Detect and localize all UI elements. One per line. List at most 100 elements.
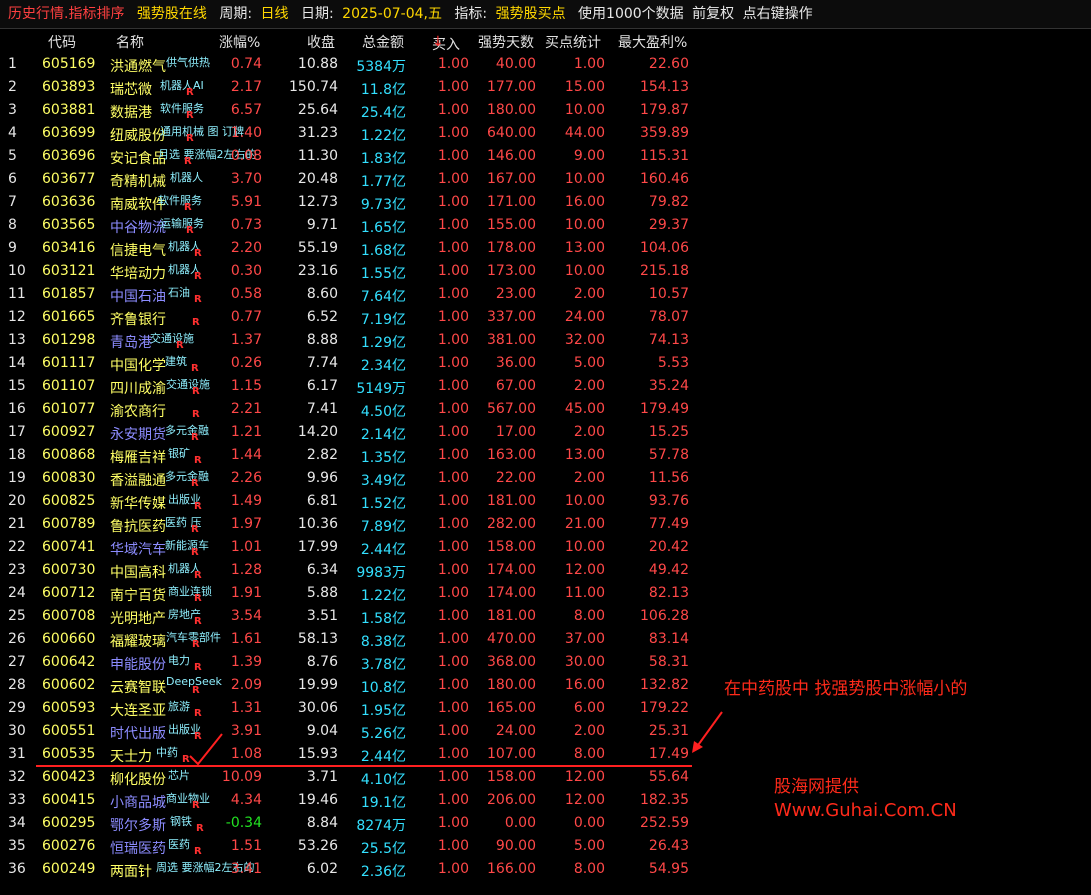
stock-name[interactable]: 南宁百货 商业连锁 R	[110, 585, 212, 605]
stock-code[interactable]: 601117	[42, 355, 95, 371]
adjust-mode[interactable]: 前复权	[692, 0, 734, 28]
table-row[interactable]: 1 605169 洪通燃气 供气供热 0.74 10.88 5384万 1.00 40.00 1.…	[0, 53, 1091, 76]
stock-code[interactable]: 600551	[42, 723, 95, 739]
col-amount[interactable]: 总金额	[362, 32, 404, 52]
stock-code[interactable]: 603893	[42, 79, 95, 95]
stock-name[interactable]: 申能股份 电力 R	[110, 654, 202, 674]
stock-name[interactable]: 四川成渝 交通设施 R	[110, 378, 210, 398]
stock-code[interactable]: 600602	[42, 677, 95, 693]
stock-code[interactable]: 600741	[42, 539, 95, 555]
stock-name[interactable]: 光明地产 房地产 R	[110, 608, 202, 628]
stock-code[interactable]: 603699	[42, 125, 95, 141]
stock-name[interactable]: 奇精机械 机器人	[110, 171, 203, 191]
stock-code[interactable]: 603677	[42, 171, 95, 187]
stock-code[interactable]: 600593	[42, 700, 95, 716]
table-row[interactable]: 11 601857 中国石油 石油 R 0.58 8.60 7.64亿 1.00 23.00 2.0…	[0, 283, 1091, 306]
table-row[interactable]: 3 603881 数据港 软件服务 R 6.57 25.64 25.4亿 1.00 180.00 1…	[0, 99, 1091, 122]
table-row[interactable]: 35 600276 恒瑞医药 医药 R 1.51 53.26 25.5亿 1.00 90.00 5.…	[0, 835, 1091, 858]
stock-name[interactable]: 鄂尔多斯 钢铁 R	[110, 815, 204, 835]
table-row[interactable]: 14 601117 中国化学 建筑 R 0.26 7.74 2.34亿 1.00 36.00 5.0…	[0, 352, 1091, 375]
table-row[interactable]: 26 600660 福耀玻璃 汽车零部件 R 1.61 58.13 8.38亿 1.00 470.…	[0, 628, 1091, 651]
stock-code[interactable]: 603565	[42, 217, 95, 233]
table-row[interactable]: 29 600593 大连圣亚 旅游 R 1.31 30.06 1.95亿 1.00 165.00 6…	[0, 697, 1091, 720]
stock-code[interactable]: 600708	[42, 608, 95, 624]
table-row[interactable]: 8 603565 中谷物流 运输服务 R 0.73 9.71 1.65亿 1.00 155.00 1…	[0, 214, 1091, 237]
stock-code[interactable]: 600789	[42, 516, 95, 532]
table-row[interactable]: 31 600535 天士力 中药 R 1.08 15.93 2.44亿 1.00 107.00 8.…	[0, 743, 1091, 766]
table-row[interactable]: 6 603677 奇精机械 机器人 3.70 20.48 1.77亿 1.00 167.00 10…	[0, 168, 1091, 191]
table-row[interactable]: 21 600789 鲁抗医药 医药 压 R 1.97 10.36 7.89亿 1.00 282.0…	[0, 513, 1091, 536]
stock-name[interactable]: 云赛智联 DeepSeek R	[110, 675, 222, 697]
table-row[interactable]: 2 603893 瑞芯微 机器人AI R 2.17 150.74 11.8亿 1.00 177.0…	[0, 76, 1091, 99]
stock-name[interactable]: 恒瑞医药 医药 R	[110, 838, 202, 858]
stock-name[interactable]: 柳化股份 芯片	[110, 769, 190, 789]
screen-name[interactable]: 强势股在线	[137, 0, 207, 28]
stock-name[interactable]: 纽威股份 通用机械 图 订牌 R	[110, 125, 244, 145]
stock-code[interactable]: 603636	[42, 194, 95, 210]
stock-code[interactable]: 603121	[42, 263, 95, 279]
table-row[interactable]: 5 603696 安记食品 月选 要涨幅2左右的 R 0.08 11.30 1.83亿 1.00…	[0, 145, 1091, 168]
col-max-profit[interactable]: 最大盈利%	[618, 32, 687, 52]
stock-name[interactable]: 梅雁吉祥 银矿 R	[110, 447, 202, 467]
stock-code[interactable]: 600712	[42, 585, 95, 601]
stock-name[interactable]: 福耀玻璃 汽车零部件 R	[110, 631, 221, 651]
stock-name[interactable]: 天士力 中药 R	[110, 746, 190, 766]
table-row[interactable]: 19 600830 香溢融通 多元金融 R 2.26 9.96 3.49亿 1.00 22.00 2…	[0, 467, 1091, 490]
date-value[interactable]: 2025-07-04,五	[342, 0, 442, 28]
table-row[interactable]: 18 600868 梅雁吉祥 银矿 R 1.44 2.82 1.35亿 1.00 163.00 13…	[0, 444, 1091, 467]
stock-code[interactable]: 600249	[42, 861, 95, 877]
table-row[interactable]: 30 600551 时代出版 出版业 R 3.91 9.04 5.26亿 1.00 24.00 2.…	[0, 720, 1091, 743]
table-row[interactable]: 25 600708 光明地产 房地产 R 3.54 3.51 1.58亿 1.00 181.00 8…	[0, 605, 1091, 628]
stock-name[interactable]: 瑞芯微 机器人AI R	[110, 79, 204, 99]
stock-name[interactable]: 齐鲁银行 R	[110, 309, 200, 329]
stock-name[interactable]: 小商品城 商业物业 R	[110, 792, 210, 812]
col-change[interactable]: 涨幅%	[219, 32, 260, 52]
col-code[interactable]: 代码	[48, 32, 76, 52]
stock-code[interactable]: 600830	[42, 470, 95, 486]
col-stats[interactable]: 买点统计	[545, 32, 601, 52]
stock-name[interactable]: 洪通燃气 供气供热	[110, 56, 210, 76]
stock-name[interactable]: 两面针 周选 要涨幅2左右的	[110, 861, 255, 881]
table-row[interactable]: 24 600712 南宁百货 商业连锁 R 1.91 5.88 1.22亿 1.00 174.00…	[0, 582, 1091, 605]
stock-name[interactable]: 大连圣亚 旅游 R	[110, 700, 202, 720]
table-row[interactable]: 4 603699 纽威股份 通用机械 图 订牌 R 1.40 31.23 1.22亿 1.00 6…	[0, 122, 1091, 145]
stock-code[interactable]: 600825	[42, 493, 95, 509]
stock-name[interactable]: 时代出版 出版业 R	[110, 723, 202, 743]
stock-code[interactable]: 600868	[42, 447, 95, 463]
stock-name[interactable]: 中谷物流 运输服务 R	[110, 217, 204, 237]
table-row[interactable]: 27 600642 申能股份 电力 R 1.39 8.76 3.78亿 1.00 368.00 30…	[0, 651, 1091, 674]
table-row[interactable]: 22 600741 华域汽车 新能源车 R 1.01 17.99 2.44亿 1.00 158.0…	[0, 536, 1091, 559]
table-row[interactable]: 13 601298 青岛港 交通设施 R 1.37 8.88 1.29亿 1.00 381.00 3…	[0, 329, 1091, 352]
stock-name[interactable]: 青岛港 交通设施 R	[110, 332, 194, 352]
stock-name[interactable]: 中国化学 建筑 R	[110, 355, 199, 375]
stock-name[interactable]: 中国石油 石油 R	[110, 286, 202, 306]
col-name[interactable]: 名称	[116, 32, 144, 52]
stock-code[interactable]: 601077	[42, 401, 95, 417]
stock-name[interactable]: 华培动力 机器人 R	[110, 263, 202, 283]
stock-name[interactable]: 华域汽车 新能源车 R	[110, 539, 209, 559]
stock-name[interactable]: 新华传媒 出版业 R	[110, 493, 202, 513]
stock-code[interactable]: 601857	[42, 286, 95, 302]
indicator-value[interactable]: 强势股买点	[496, 0, 566, 28]
stock-code[interactable]: 600535	[42, 746, 95, 762]
col-close[interactable]: 收盘	[307, 32, 335, 52]
stock-code[interactable]: 605169	[42, 56, 95, 72]
stock-code[interactable]: 600730	[42, 562, 95, 578]
table-row[interactable]: 16 601077 渝农商行 R 2.21 7.41 4.50亿 1.00 567.00 45.0…	[0, 398, 1091, 421]
stock-code[interactable]: 600423	[42, 769, 95, 785]
table-row[interactable]: 23 600730 中国高科 机器人 R 1.28 6.34 9983万 1.00 174.00 1…	[0, 559, 1091, 582]
stock-code[interactable]: 603416	[42, 240, 95, 256]
stock-name[interactable]: 南威软件 软件服务 R	[110, 194, 202, 214]
stock-code[interactable]: 600295	[42, 815, 95, 831]
table-row[interactable]: 36 600249 两面针 周选 要涨幅2左右的 3.41 6.02 2.36亿 1.00 16…	[0, 858, 1091, 881]
table-row[interactable]: 32 600423 柳化股份 芯片 10.09 3.71 4.10亿 1.00 158.00 12…	[0, 766, 1091, 789]
stock-name[interactable]: 渝农商行 R	[110, 401, 200, 421]
stock-code[interactable]: 600276	[42, 838, 95, 854]
stock-name[interactable]: 永安期货 多元金融 R	[110, 424, 209, 444]
stock-code[interactable]: 603696	[42, 148, 95, 164]
stock-name[interactable]: 香溢融通 多元金融 R	[110, 470, 209, 490]
stock-code[interactable]: 600927	[42, 424, 95, 440]
stock-name[interactable]: 鲁抗医药 医药 压R	[110, 516, 202, 536]
col-days[interactable]: 强势天数	[478, 32, 534, 52]
table-row[interactable]: 17 600927 永安期货 多元金融 R 1.21 14.20 2.14亿 1.00 17.00…	[0, 421, 1091, 444]
